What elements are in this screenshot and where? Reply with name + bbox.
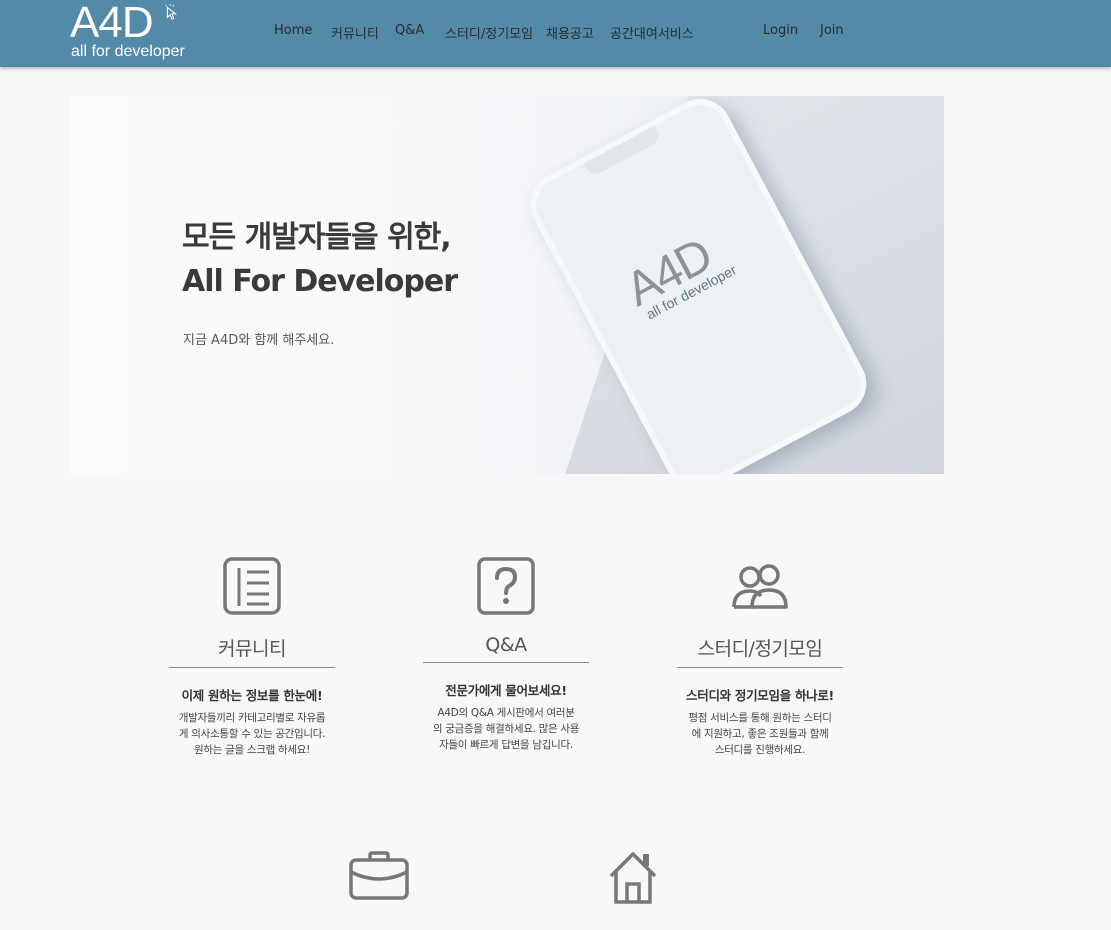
nav-jobs[interactable]: 채용공고 <box>546 23 594 42</box>
feature-headline: 이제 원하는 정보를 한눈에! <box>181 688 323 703</box>
feature-community[interactable]: 커뮤니티 이제 원하는 정보를 한눈에! 개발자들끼리 카테고리별로 자유롭 게… <box>169 556 335 758</box>
hero-title: 모든 개발자들을 위한, All For Developer <box>182 216 458 304</box>
site-logo[interactable]: A4D all for developer <box>70 0 190 66</box>
hero-title-line2: All For Developer <box>182 264 458 299</box>
feature-desc-line: 개발자들끼리 카테고리별로 자유롭 <box>178 712 326 724</box>
nav-study[interactable]: 스터디/정기모임 <box>445 23 533 42</box>
hero-title-line1: 모든 개발자들을 위한, <box>182 220 452 255</box>
feature-title: 스터디/정기모임 <box>677 634 843 668</box>
logo-text: A4D <box>70 0 154 47</box>
feature-desc-line: 게 의사소통할 수 있는 공간입니다. <box>178 728 326 740</box>
feature-description: A4D의 Q&A 게시판에서 여러분 의 궁금증을 해결하세요. 많은 사용 자… <box>423 705 589 753</box>
feature-headline: 스터디와 정기모임을 하나로! <box>686 688 834 703</box>
feature-title: Q&A <box>423 634 589 663</box>
feature-desc-line: A4D의 Q&A 게시판에서 여러분 <box>437 707 575 719</box>
feature-description: 평점 서비스를 통해 원하는 스터디 에 지원하고, 좋은 조원들과 함께 스터… <box>677 710 843 758</box>
feature-desc-line: 원하는 글을 스크랩 하세요! <box>194 744 310 756</box>
briefcase-icon <box>349 851 409 900</box>
cursor-icon <box>165 3 178 20</box>
feature-headline: 전문가에게 물어보세요! <box>445 683 567 698</box>
feature-study[interactable]: 스터디/정기모임 스터디와 정기모임을 하나로! 평점 서비스를 통해 원하는 … <box>677 556 843 758</box>
feature-desc-line: 자들이 빠르게 답변을 남깁니다. <box>439 739 573 751</box>
feature-description: 개발자들끼리 카테고리별로 자유롭 게 의사소통할 수 있는 공간입니다. 원하… <box>169 710 335 758</box>
hero-banner: A4D all for developer 모든 개발자들을 위한, All F… <box>70 96 944 474</box>
nav-community[interactable]: 커뮤니티 <box>331 23 379 42</box>
nav-home[interactable]: Home <box>274 23 312 38</box>
hero-subtitle: 지금 A4D와 함께 해주세요. <box>183 333 335 348</box>
feature-jobs[interactable] <box>296 850 462 902</box>
login-link[interactable]: Login <box>763 23 798 38</box>
question-icon <box>477 557 535 615</box>
house-icon <box>609 852 657 904</box>
phone-notch <box>583 125 662 178</box>
feature-desc-line: 평점 서비스를 통해 원하는 스터디 <box>688 712 832 724</box>
feature-desc-line: 에 지원하고, 좋은 조원들과 함께 <box>691 728 829 740</box>
feature-desc-line: 의 궁금증을 해결하세요. 많은 사용 <box>432 723 580 735</box>
feature-qna[interactable]: Q&A 전문가에게 물어보세요! A4D의 Q&A 게시판에서 여러분 의 궁금… <box>423 556 589 753</box>
join-link[interactable]: Join <box>820 23 844 38</box>
nav-qna[interactable]: Q&A <box>395 23 424 38</box>
nav-space-rental[interactable]: 공간대여서비스 <box>610 23 694 42</box>
top-header: A4D all for developer Home 커뮤니티 Q&A 스터디/… <box>0 0 1111 67</box>
feature-title: 커뮤니티 <box>169 634 335 668</box>
list-document-icon <box>223 557 281 615</box>
users-icon <box>732 564 788 609</box>
logo-tagline: all for developer <box>71 43 185 60</box>
feature-space-rental[interactable] <box>550 850 716 906</box>
feature-desc-line: 스터디를 진행하세요. <box>714 744 806 756</box>
